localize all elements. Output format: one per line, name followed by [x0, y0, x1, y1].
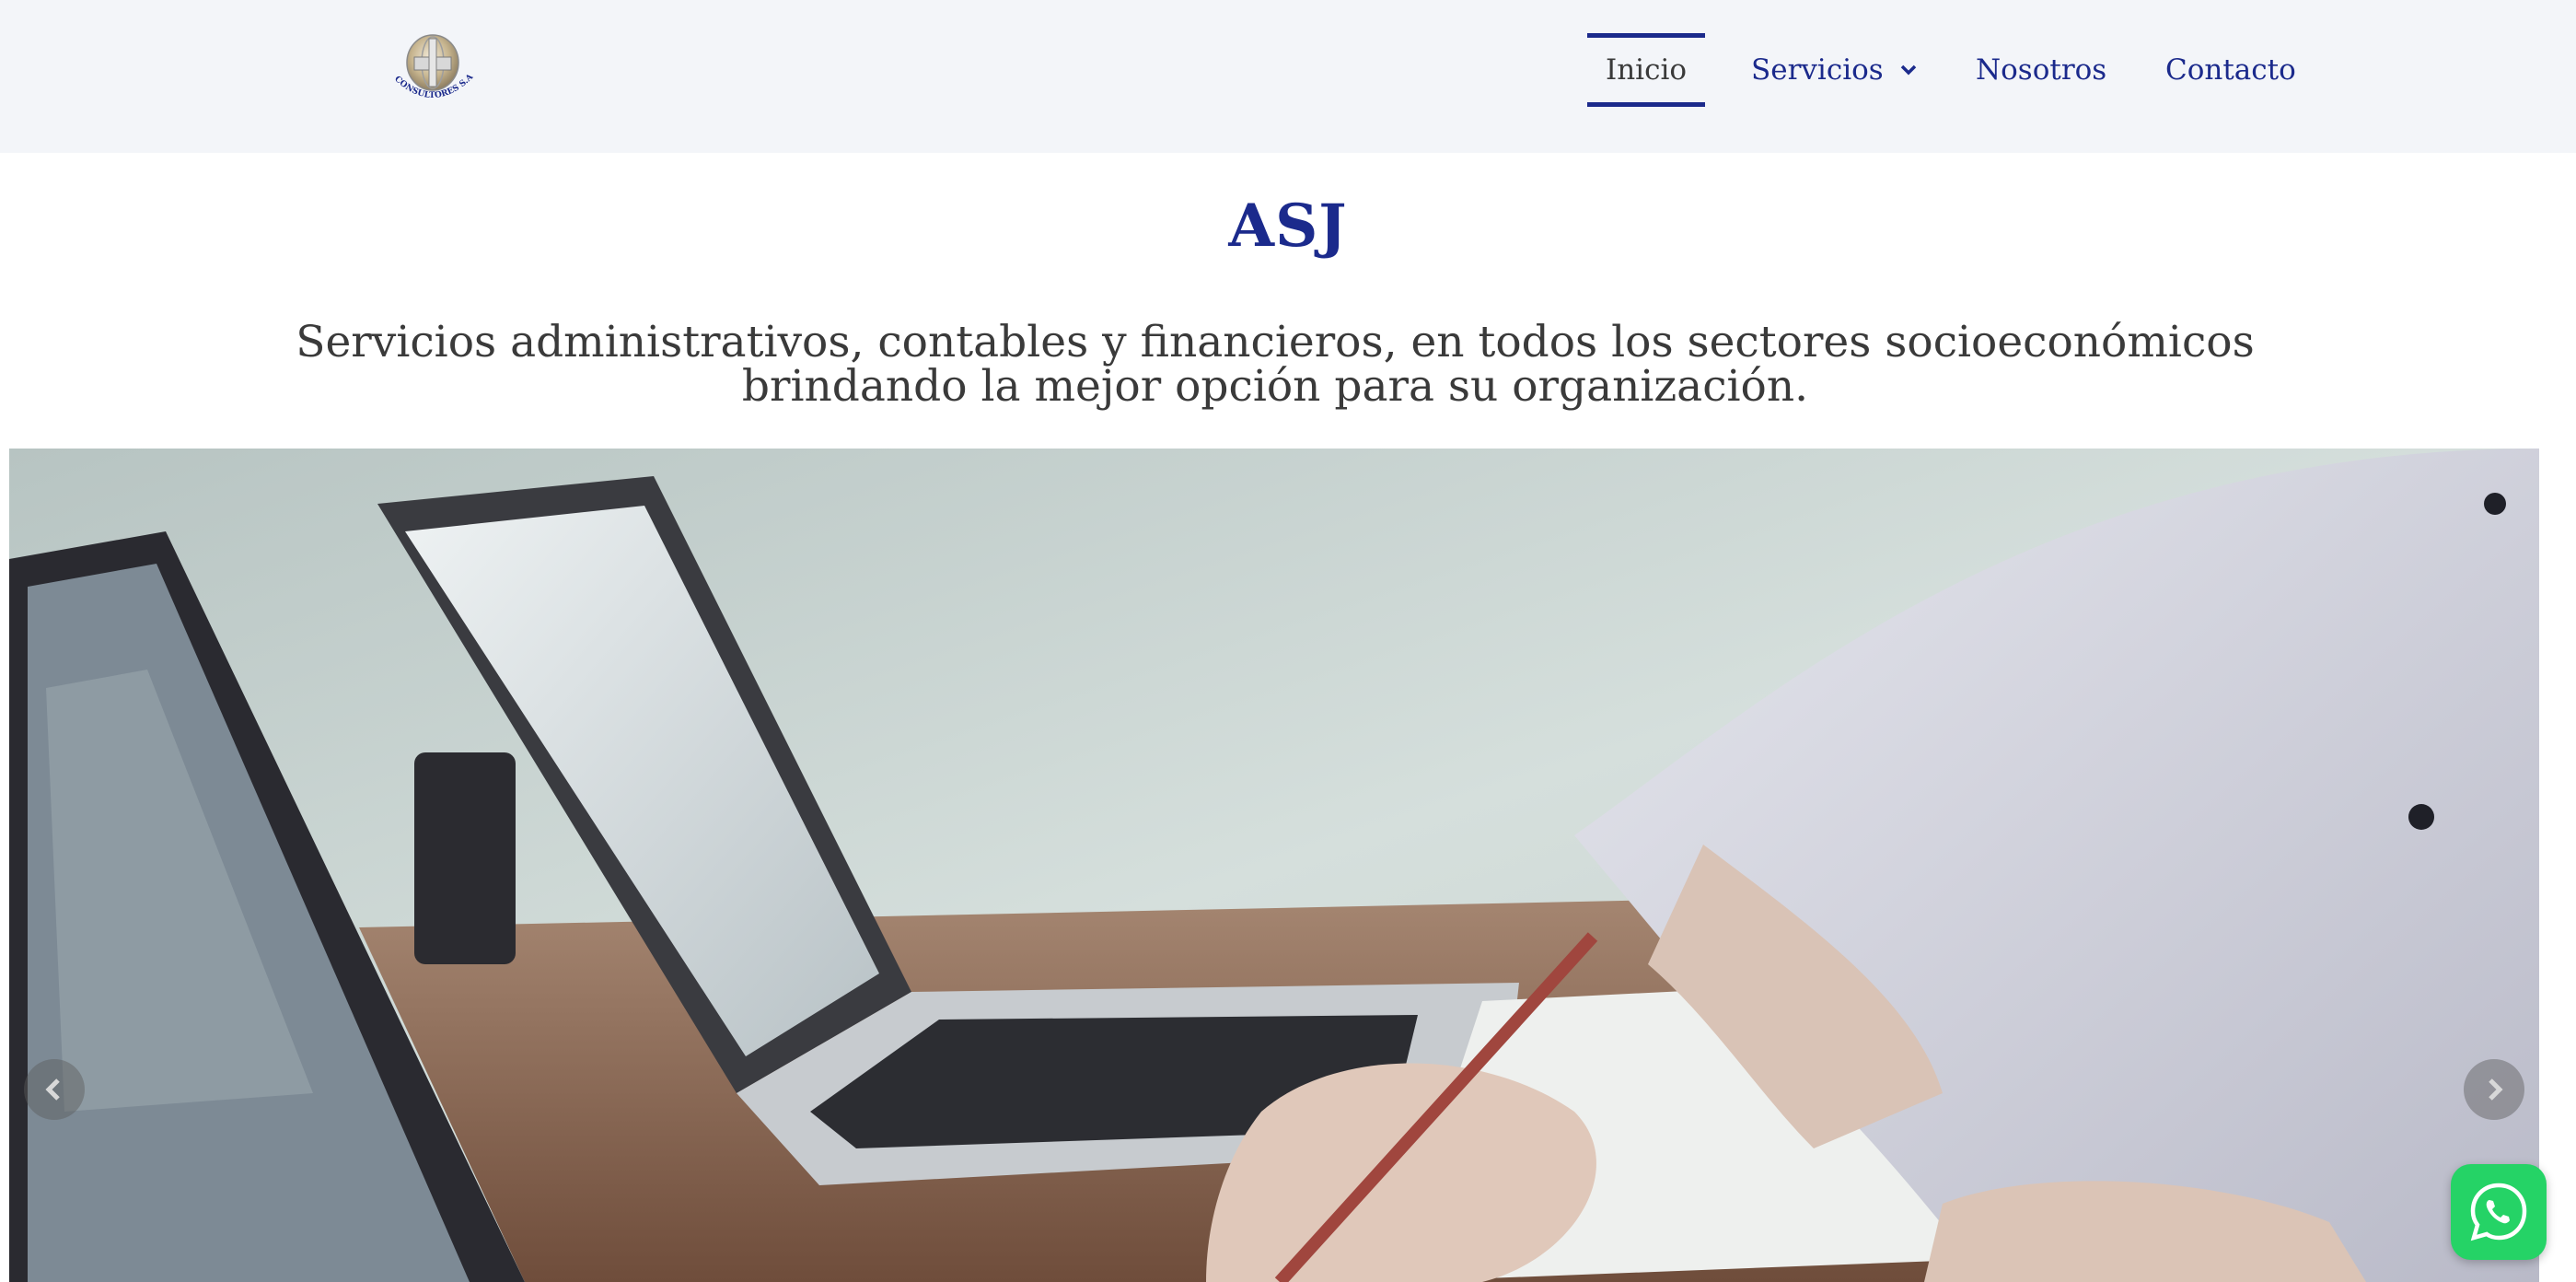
- site-header: CONSULTORES S.A.S Inicio Servicios Nosot…: [0, 0, 2576, 153]
- nav-inicio-label: Inicio: [1605, 53, 1688, 87]
- slider-next-button[interactable]: [2464, 1059, 2524, 1120]
- slider-prev-button[interactable]: [24, 1059, 85, 1120]
- nav-inicio[interactable]: Inicio: [1587, 33, 1705, 107]
- nav-servicios-label: Servicios: [1751, 53, 1884, 87]
- hero-image: [9, 449, 2539, 1282]
- logo-icon: CONSULTORES S.A.S: [387, 26, 476, 100]
- nav-servicios[interactable]: Servicios: [1751, 33, 1917, 107]
- nav-nosotros-label: Nosotros: [1976, 53, 2107, 87]
- whatsapp-icon: [2470, 1183, 2527, 1241]
- chevron-right-icon: [2489, 1078, 2503, 1101]
- nav-contacto-label: Contacto: [2165, 53, 2296, 87]
- hero-slider: [9, 449, 2539, 1282]
- logo[interactable]: CONSULTORES S.A.S: [387, 26, 479, 114]
- page-subtitle: Servicios administrativos, contables y f…: [296, 317, 2255, 412]
- chevron-down-icon: [1900, 64, 1917, 76]
- chevron-left-icon: [45, 1078, 60, 1101]
- nav-contacto[interactable]: Contacto: [2165, 33, 2296, 107]
- whatsapp-button[interactable]: [2451, 1164, 2547, 1260]
- nav-nosotros[interactable]: Nosotros: [1976, 33, 2106, 107]
- page-title: ASJ: [1228, 192, 1348, 261]
